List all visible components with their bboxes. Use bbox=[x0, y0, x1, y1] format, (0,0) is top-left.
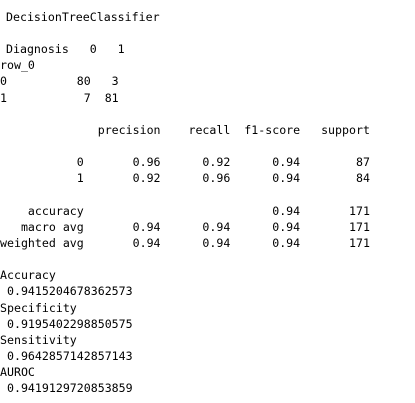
report-summary-row: accuracy 0.94 171 bbox=[0, 204, 370, 218]
metric-value: 0.9419129720853859 bbox=[0, 381, 133, 395]
report-summary-row: weighted avg 0.94 0.94 0.94 171 bbox=[0, 236, 370, 250]
report-header: precision recall f1-score support bbox=[0, 123, 370, 137]
crosstab-row: 0 80 3 bbox=[0, 74, 119, 88]
report-summary-row: macro avg 0.94 0.94 0.94 171 bbox=[0, 220, 370, 234]
crosstab-index-label: row_0 bbox=[0, 58, 35, 72]
metric-value: 0.9642857142857143 bbox=[0, 349, 133, 363]
report-row: 0 0.96 0.92 0.94 87 bbox=[0, 155, 370, 169]
metric-label: Specificity bbox=[0, 301, 77, 315]
crosstab-header: Diagnosis 0 1 bbox=[6, 42, 125, 56]
report-row: 1 0.92 0.96 0.94 84 bbox=[0, 171, 370, 185]
metric-label: AUROC bbox=[0, 365, 35, 379]
console-output: DecisionTreeClassifier Diagnosis 0 1 row… bbox=[0, 0, 415, 403]
model-title: DecisionTreeClassifier bbox=[6, 10, 160, 24]
crosstab-row: 1 7 81 bbox=[0, 91, 119, 105]
metric-value: 0.9415204678362573 bbox=[0, 284, 133, 298]
metric-label: Accuracy bbox=[0, 268, 56, 282]
metric-value: 0.9195402298850575 bbox=[0, 317, 133, 331]
metric-label: Sensitivity bbox=[0, 333, 77, 347]
